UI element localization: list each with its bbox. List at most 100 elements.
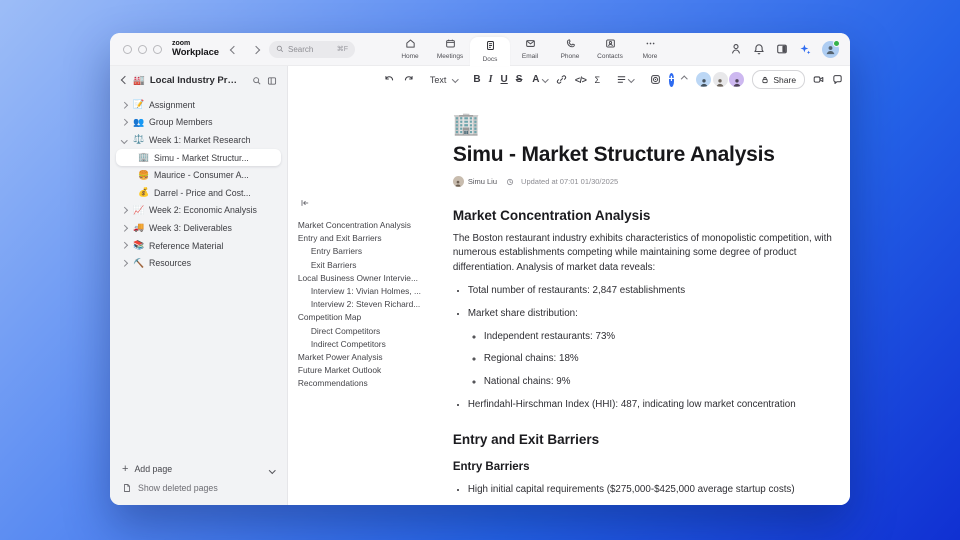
sidebar-item[interactable]: 🏢 Simu - Market Structur... bbox=[116, 148, 281, 167]
link-button[interactable] bbox=[556, 74, 567, 85]
user-avatar[interactable] bbox=[822, 39, 840, 58]
collaborator-avatar-3[interactable] bbox=[729, 72, 745, 87]
app-window: zoom Workplace Search ⌘F Home Meetings Doc… bbox=[110, 33, 850, 505]
outline-item[interactable]: Market Concentration Analysis bbox=[298, 219, 450, 232]
bullet-item[interactable]: Herfindahl-Hirschman Index (HHI): 487, i… bbox=[468, 398, 850, 411]
sidebar-collapse-icon[interactable] bbox=[267, 76, 277, 86]
sidebar-item[interactable]: ⚖️ Week 1: Market Research bbox=[116, 131, 281, 149]
outline-item[interactable]: Recommendations bbox=[298, 377, 450, 390]
bold-button[interactable]: B bbox=[473, 74, 480, 85]
notifications-icon[interactable] bbox=[753, 43, 765, 55]
bullet-item[interactable]: High initial capital requirements ($275,… bbox=[468, 483, 850, 496]
italic-button[interactable]: I bbox=[489, 74, 493, 85]
sidebar-item[interactable]: 📚 Reference Material bbox=[116, 237, 281, 255]
sub-bullet-item[interactable]: Independent restaurants: 73% bbox=[484, 330, 850, 343]
collapse-toolbar-button[interactable] bbox=[681, 76, 688, 83]
underline-button[interactable]: U bbox=[501, 74, 508, 85]
meetings-icon bbox=[445, 38, 456, 51]
tab-home[interactable]: Home bbox=[390, 33, 430, 65]
outline-item[interactable]: Direct Competitors bbox=[298, 325, 450, 338]
tab-email[interactable]: Email bbox=[510, 33, 550, 65]
share-button[interactable]: Share bbox=[752, 70, 806, 89]
formula-button[interactable]: Σ bbox=[594, 75, 600, 85]
add-page-button[interactable]: + Add page bbox=[122, 464, 276, 475]
sidebar-item[interactable]: 👥 Group Members bbox=[116, 114, 281, 132]
window-controls[interactable] bbox=[110, 44, 172, 54]
sidebar-item[interactable]: 📝 Assignment bbox=[116, 96, 281, 114]
collaborator-avatar-2[interactable] bbox=[712, 72, 728, 87]
code-button[interactable]: </> bbox=[575, 75, 587, 85]
sidebar-item-label: Week 2: Economic Analysis bbox=[149, 205, 257, 216]
account-icon[interactable] bbox=[730, 43, 742, 55]
outline-item[interactable]: Local Business Owner Intervie... bbox=[298, 272, 450, 285]
bullet-item[interactable]: Market share distribution:Independent re… bbox=[468, 307, 850, 388]
strikethrough-button[interactable]: S bbox=[516, 74, 523, 85]
outline-item[interactable]: Market Power Analysis bbox=[298, 351, 450, 364]
outline-item[interactable]: Indirect Competitors bbox=[298, 338, 450, 351]
sidebar-item[interactable]: 🍔 Maurice - Consumer A... bbox=[116, 166, 281, 184]
undo-button[interactable] bbox=[384, 74, 395, 85]
sidebar-item[interactable]: 🚚 Week 3: Deliverables bbox=[116, 219, 281, 237]
sidebar-item[interactable]: 📈 Week 2: Economic Analysis bbox=[116, 202, 281, 220]
show-deleted-pages-button[interactable]: Show deleted pages bbox=[122, 483, 275, 493]
tab-contacts[interactable]: Contacts bbox=[590, 33, 630, 65]
sub-bullet-item[interactable]: Regional chains: 18% bbox=[484, 352, 850, 365]
add-page-chevron-icon[interactable] bbox=[269, 464, 276, 474]
bullet-item[interactable]: Total number of restaurants: 2,847 estab… bbox=[468, 284, 850, 297]
sidebar-back-button[interactable] bbox=[120, 75, 130, 86]
collaborator-avatar-1[interactable] bbox=[696, 72, 712, 87]
tab-phone[interactable]: Phone bbox=[550, 33, 590, 65]
document-title[interactable]: Simu - Market Structure Analysis bbox=[453, 143, 850, 167]
logo-workplace: Workplace bbox=[172, 46, 219, 58]
sidebar-item-label: Maurice - Consumer A... bbox=[154, 170, 249, 181]
list-format-dropdown[interactable] bbox=[616, 74, 635, 85]
close-window-button[interactable] bbox=[123, 44, 132, 54]
ai-companion-icon[interactable] bbox=[799, 43, 811, 55]
chevron-right-icon[interactable] bbox=[121, 101, 128, 108]
chevron-right-icon[interactable] bbox=[121, 224, 128, 232]
minimize-window-button[interactable] bbox=[138, 44, 147, 54]
zoom-workplace-logo: zoom Workplace bbox=[172, 40, 219, 57]
chevron-down-icon[interactable] bbox=[121, 136, 128, 144]
outline-item[interactable]: Entry Barriers bbox=[298, 245, 450, 258]
text-style-dropdown[interactable]: Text bbox=[430, 75, 459, 85]
insert-plus-button[interactable]: + bbox=[668, 72, 675, 87]
tab-more[interactable]: More bbox=[630, 33, 670, 65]
sub-bullet-item[interactable]: National chains: 9% bbox=[484, 375, 850, 388]
redo-button[interactable] bbox=[403, 74, 414, 85]
nav-back-button[interactable] bbox=[229, 40, 239, 58]
outline-item[interactable]: Interview 1: Vivian Holmes, ... bbox=[298, 285, 450, 298]
chevron-right-icon[interactable] bbox=[121, 119, 128, 126]
chevron-right-icon[interactable] bbox=[121, 259, 128, 267]
document-canvas[interactable]: 🏢 Simu - Market Structure Analysis Simu … bbox=[452, 93, 850, 505]
sidebar-item[interactable]: ⛏️ Resources bbox=[116, 254, 281, 272]
chevron-right-icon[interactable] bbox=[121, 242, 128, 249]
panel-toggle-icon[interactable] bbox=[776, 43, 788, 55]
video-camera-icon[interactable] bbox=[813, 74, 824, 85]
outline-item[interactable]: Interview 2: Steven Richard... bbox=[298, 298, 450, 311]
outline-item[interactable]: Exit Barriers bbox=[298, 259, 450, 272]
outline-item[interactable]: Entry and Exit Barriers bbox=[298, 232, 450, 245]
sidebar-search-icon[interactable] bbox=[252, 76, 262, 86]
document-emoji-icon[interactable]: 🏢 bbox=[453, 111, 850, 136]
section-heading[interactable]: Entry Barriers bbox=[453, 461, 850, 473]
section-heading[interactable]: Entry and Exit Barriers bbox=[453, 432, 850, 447]
tab-docs[interactable]: Docs bbox=[470, 37, 510, 66]
tab-meetings[interactable]: Meetings bbox=[430, 33, 470, 65]
search-input[interactable]: Search ⌘F bbox=[268, 40, 355, 58]
comments-icon[interactable] bbox=[832, 74, 843, 85]
section-heading[interactable]: Market Concentration Analysis bbox=[453, 208, 850, 223]
outline-item[interactable]: Future Market Outlook bbox=[298, 364, 450, 377]
sidebar: 🏭 Local Industry Project 📝 Assignment 👥 Gro… bbox=[110, 66, 288, 505]
paragraph[interactable]: The Boston restaurant industry exhibits … bbox=[453, 232, 850, 275]
nav-forward-button[interactable] bbox=[251, 40, 261, 58]
emoji-picker-button[interactable] bbox=[650, 74, 661, 85]
maximize-window-button[interactable] bbox=[153, 44, 162, 54]
collaborator-avatars[interactable] bbox=[695, 72, 745, 87]
outline-item[interactable]: Competition Map bbox=[298, 311, 450, 324]
phone-icon bbox=[565, 38, 576, 51]
chevron-right-icon[interactable] bbox=[121, 207, 128, 214]
sidebar-item[interactable]: 💰 Darrel - Price and Cost... bbox=[116, 184, 281, 202]
outline-collapse-button[interactable] bbox=[300, 198, 450, 210]
text-color-dropdown[interactable]: A bbox=[530, 74, 549, 85]
